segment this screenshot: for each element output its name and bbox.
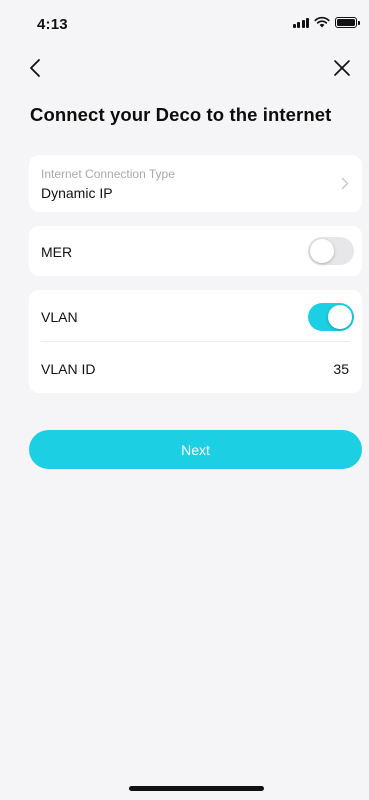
mer-toggle[interactable] — [308, 237, 354, 265]
mer-row: MER — [29, 226, 362, 276]
status-bar: 4:13 — [0, 0, 369, 44]
page-title: Connect your Deco to the internet — [30, 104, 332, 125]
connection-type-label: Internet Connection Type — [41, 167, 175, 181]
signal-icon — [292, 17, 309, 28]
chevron-left-icon[interactable] — [28, 58, 44, 78]
vlan-label: VLAN — [41, 309, 78, 325]
vlan-toggle-knob — [328, 305, 352, 329]
vlan-id-value[interactable]: 35 — [333, 361, 349, 377]
mer-label: MER — [41, 244, 73, 260]
status-time: 4:13 — [37, 16, 68, 33]
battery-icon — [335, 16, 360, 28]
divider — [41, 341, 350, 342]
vlan-toggle[interactable] — [308, 303, 354, 331]
vlan-card: VLAN VLAN ID 35 — [29, 290, 362, 393]
vlan-id-label: VLAN ID — [41, 361, 96, 377]
next-button[interactable]: Next — [29, 430, 362, 469]
connection-type-value: Dynamic IP — [41, 185, 113, 201]
mer-toggle-knob — [310, 239, 334, 263]
status-icons — [292, 16, 360, 28]
home-indicator — [129, 786, 264, 791]
chevron-right-icon — [341, 177, 349, 190]
wifi-icon — [314, 16, 330, 28]
close-icon[interactable] — [333, 59, 351, 77]
connection-type-row[interactable]: Internet Connection Type Dynamic IP — [29, 155, 362, 212]
